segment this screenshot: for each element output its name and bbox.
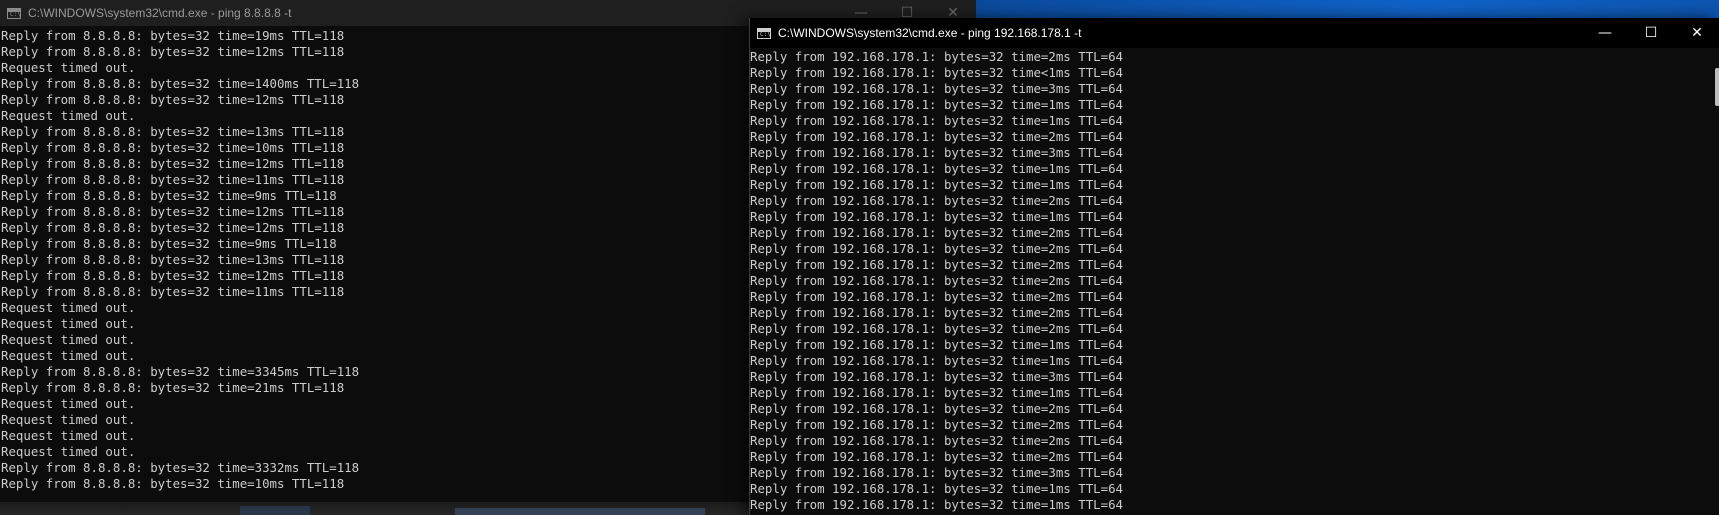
console-line: Reply from 192.168.178.1: bytes=32 time=…: [750, 225, 1123, 240]
console-line: Reply from 8.8.8.8: bytes=32 time=9ms TT…: [1, 236, 337, 251]
console-line: Reply from 8.8.8.8: bytes=32 time=3345ms…: [1, 364, 360, 379]
left-window-title: C:\WINDOWS\system32\cmd.exe - ping 8.8.8…: [28, 6, 292, 20]
scrollbar-thumb[interactable]: [1715, 68, 1719, 106]
desktop-strip-b: [455, 508, 705, 515]
console-line: Reply from 192.168.178.1: bytes=32 time=…: [750, 113, 1123, 128]
close-icon: ✕: [1691, 25, 1703, 41]
console-line: Reply from 192.168.178.1: bytes=32 time=…: [750, 337, 1123, 352]
console-line: Reply from 192.168.178.1: bytes=32 time=…: [750, 49, 1123, 64]
console-line: Reply from 192.168.178.1: bytes=32 time=…: [750, 273, 1123, 288]
console-line: Reply from 8.8.8.8: bytes=32 time=19ms T…: [1, 28, 345, 43]
console-line: Reply from 8.8.8.8: bytes=32 time=12ms T…: [1, 204, 345, 219]
console-line: Reply from 8.8.8.8: bytes=32 time=12ms T…: [1, 220, 345, 235]
right-console-output[interactable]: Reply from 192.168.178.1: bytes=32 time=…: [750, 49, 1123, 513]
console-line: Request timed out.: [1, 428, 136, 443]
console-line: Reply from 192.168.178.1: bytes=32 time=…: [750, 321, 1123, 336]
console-line: Reply from 192.168.178.1: bytes=32 time=…: [750, 289, 1123, 304]
console-line: Reply from 192.168.178.1: bytes=32 time=…: [750, 417, 1123, 432]
console-line: Reply from 192.168.178.1: bytes=32 time=…: [750, 161, 1123, 176]
console-line: Reply from 8.8.8.8: bytes=32 time=1400ms…: [1, 76, 360, 91]
minimize-icon: —: [1598, 25, 1612, 41]
console-line: Request timed out.: [1, 444, 136, 459]
console-line: Reply from 192.168.178.1: bytes=32 time=…: [750, 369, 1123, 384]
console-line: Reply from 192.168.178.1: bytes=32 time=…: [750, 481, 1123, 496]
console-line: Reply from 192.168.178.1: bytes=32 time=…: [750, 305, 1123, 320]
console-line: Reply from 192.168.178.1: bytes=32 time<…: [750, 65, 1123, 80]
console-line: Reply from 8.8.8.8: bytes=32 time=12ms T…: [1, 268, 345, 283]
console-line: Reply from 8.8.8.8: bytes=32 time=13ms T…: [1, 124, 345, 139]
console-line: Reply from 192.168.178.1: bytes=32 time=…: [750, 97, 1123, 112]
console-line: Reply from 192.168.178.1: bytes=32 time=…: [750, 129, 1123, 144]
console-line: Reply from 192.168.178.1: bytes=32 time=…: [750, 497, 1123, 512]
right-close-button[interactable]: ✕: [1674, 18, 1719, 48]
cmd-app-icon-glyph: C:\: [10, 10, 21, 18]
console-line: Request timed out.: [1, 332, 136, 347]
console-line: Reply from 8.8.8.8: bytes=32 time=21ms T…: [1, 380, 345, 395]
console-line: Request timed out.: [1, 60, 136, 75]
console-line: Request timed out.: [1, 300, 136, 315]
console-line: Reply from 192.168.178.1: bytes=32 time=…: [750, 241, 1123, 256]
console-line: Reply from 192.168.178.1: bytes=32 time=…: [750, 257, 1123, 272]
console-line: Reply from 8.8.8.8: bytes=32 time=10ms T…: [1, 140, 345, 155]
console-line: Request timed out.: [1, 412, 136, 427]
cmd-app-icon[interactable]: C:\: [757, 27, 771, 39]
console-line: Reply from 8.8.8.8: bytes=32 time=11ms T…: [1, 284, 345, 299]
cmd-app-icon-glyph: C:\: [760, 30, 771, 38]
console-line: Request timed out.: [1, 348, 136, 363]
maximize-icon: ☐: [1644, 25, 1658, 41]
desktop-background: [976, 0, 1719, 18]
console-line: Reply from 192.168.178.1: bytes=32 time=…: [750, 193, 1123, 208]
right-minimize-button[interactable]: —: [1582, 18, 1628, 48]
console-line: Request timed out.: [1, 316, 136, 331]
console-line: Reply from 8.8.8.8: bytes=32 time=11ms T…: [1, 172, 345, 187]
left-console-output[interactable]: Reply from 8.8.8.8: bytes=32 time=19ms T…: [1, 28, 359, 492]
console-line: Request timed out.: [1, 396, 136, 411]
console-line: Reply from 192.168.178.1: bytes=32 time=…: [750, 81, 1123, 96]
console-line: Request timed out.: [1, 108, 136, 123]
console-line: Reply from 8.8.8.8: bytes=32 time=9ms TT…: [1, 188, 337, 203]
right-window-titlebar[interactable]: C:\ C:\WINDOWS\system32\cmd.exe - ping 1…: [750, 18, 1719, 48]
console-line: Reply from 8.8.8.8: bytes=32 time=3332ms…: [1, 460, 360, 475]
console-line: Reply from 8.8.8.8: bytes=32 time=13ms T…: [1, 252, 345, 267]
desktop-background-bottom: [0, 502, 760, 515]
console-line: Reply from 192.168.178.1: bytes=32 time=…: [750, 465, 1123, 480]
console-line: Reply from 8.8.8.8: bytes=32 time=12ms T…: [1, 92, 345, 107]
console-line: Reply from 192.168.178.1: bytes=32 time=…: [750, 209, 1123, 224]
console-window-ping-192-168-178-1[interactable]: C:\ C:\WINDOWS\system32\cmd.exe - ping 1…: [749, 18, 1719, 515]
console-line: Reply from 8.8.8.8: bytes=32 time=12ms T…: [1, 44, 345, 59]
console-line: Reply from 192.168.178.1: bytes=32 time=…: [750, 385, 1123, 400]
console-line: Reply from 192.168.178.1: bytes=32 time=…: [750, 433, 1123, 448]
console-line: Reply from 192.168.178.1: bytes=32 time=…: [750, 401, 1123, 416]
console-line: Reply from 8.8.8.8: bytes=32 time=12ms T…: [1, 156, 345, 171]
console-line: Reply from 192.168.178.1: bytes=32 time=…: [750, 449, 1123, 464]
right-window-title: C:\WINDOWS\system32\cmd.exe - ping 192.1…: [778, 26, 1082, 40]
desktop-strip-a: [240, 506, 310, 515]
cmd-app-icon[interactable]: C:\: [7, 7, 21, 19]
console-line: Reply from 192.168.178.1: bytes=32 time=…: [750, 353, 1123, 368]
desktop: C:\ C:\WINDOWS\system32\cmd.exe - ping 8…: [0, 0, 1719, 515]
console-line: Reply from 192.168.178.1: bytes=32 time=…: [750, 177, 1123, 192]
console-line: Reply from 8.8.8.8: bytes=32 time=10ms T…: [1, 476, 345, 491]
right-maximize-button[interactable]: ☐: [1628, 18, 1674, 48]
console-line: Reply from 192.168.178.1: bytes=32 time=…: [750, 145, 1123, 160]
